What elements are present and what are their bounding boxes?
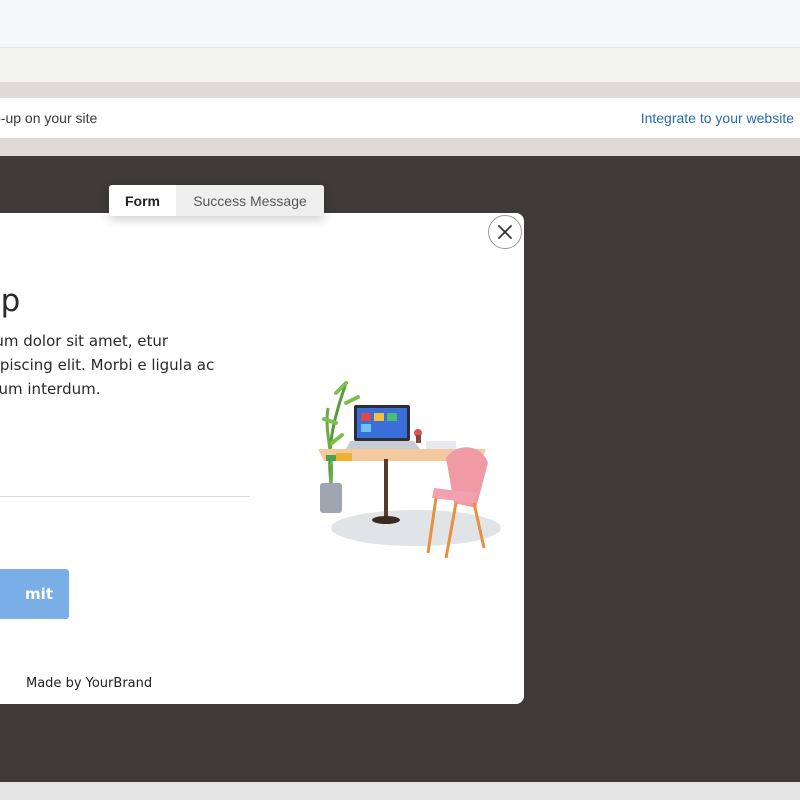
close-button[interactable] (488, 215, 522, 249)
submit-button[interactable]: mit (0, 569, 69, 619)
info-text: p-up on your site (0, 110, 98, 126)
bottom-bar (0, 782, 800, 800)
email-field-underline (0, 496, 250, 497)
integrate-link[interactable]: Integrate to your website (641, 110, 794, 126)
info-bar: p-up on your site Integrate to your webs… (0, 98, 800, 138)
close-icon (498, 225, 512, 239)
top-toolbar (0, 0, 800, 48)
tab-form[interactable]: Form (109, 185, 176, 216)
tab-success-message[interactable]: Success Message (176, 185, 324, 216)
preview-tabs: Form Success Message (109, 185, 324, 216)
email-field[interactable] (0, 463, 250, 495)
made-by-credit: Made by YourBrand (26, 676, 153, 691)
desk-workspace-illustration (318, 381, 501, 559)
popup-heading-text: n up (0, 283, 21, 319)
divider-band-lower (0, 138, 800, 156)
popup-description: psum dolor sit amet, etur adipiscing eli… (0, 332, 215, 398)
toolbar-spacer (0, 48, 800, 82)
popup-heading: n up (0, 283, 21, 319)
divider-band (0, 82, 800, 98)
signup-popup: n up psum dolor sit amet, etur adipiscin… (0, 213, 524, 704)
